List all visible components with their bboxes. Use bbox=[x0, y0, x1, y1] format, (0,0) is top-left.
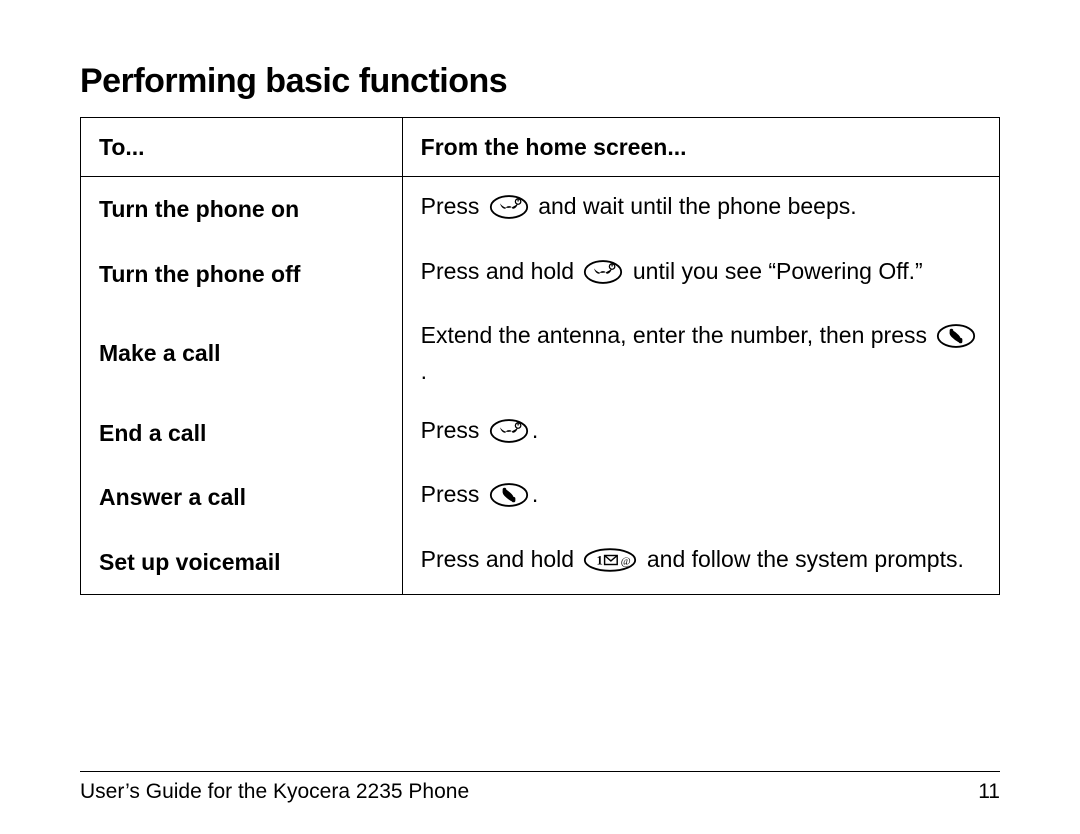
page-title: Performing basic functions bbox=[80, 62, 1000, 101]
footer-page-number: 11 bbox=[978, 780, 1000, 804]
task-label: End a call bbox=[81, 401, 403, 465]
task-label: Answer a call bbox=[81, 465, 403, 529]
table-row: Turn the phone offPress and hold until y… bbox=[81, 242, 1000, 306]
instruction-text: Press bbox=[421, 193, 486, 219]
instruction-text: Press and hold bbox=[421, 546, 581, 572]
power-end-key-icon bbox=[489, 418, 529, 451]
voicemail-key-icon bbox=[583, 547, 637, 580]
instruction-text: . bbox=[421, 358, 427, 384]
task-instruction: Press and wait until the phone beeps. bbox=[402, 177, 999, 242]
instruction-text: . bbox=[532, 481, 538, 507]
instruction-text: Extend the antenna, enter the number, th… bbox=[421, 322, 934, 348]
power-end-key-icon bbox=[489, 194, 529, 227]
instruction-text: Press and hold bbox=[421, 258, 581, 284]
instruction-text: and follow the system prompts. bbox=[640, 546, 963, 572]
table-row: Answer a callPress . bbox=[81, 465, 1000, 529]
table-row: Make a call Extend the antenna, enter the… bbox=[81, 306, 1000, 401]
instruction-text: Press bbox=[421, 417, 486, 443]
instruction-text: and wait until the phone beeps. bbox=[532, 193, 857, 219]
task-instruction: Press and hold and follow the system pro… bbox=[402, 530, 999, 595]
talk-key-icon bbox=[489, 482, 529, 515]
instruction-text: Press bbox=[421, 481, 486, 507]
task-instruction: Press and hold until you see “Powering O… bbox=[402, 242, 999, 306]
task-label: Set up voicemail bbox=[81, 530, 403, 595]
task-instruction: Press . bbox=[402, 401, 999, 465]
table-row: Turn the phone onPress and wait until th… bbox=[81, 177, 1000, 242]
header-from: From the home screen... bbox=[402, 118, 999, 177]
task-label: Turn the phone off bbox=[81, 242, 403, 306]
functions-table: To... From the home screen... Turn the p… bbox=[80, 117, 1000, 595]
functions-table-body: Turn the phone onPress and wait until th… bbox=[81, 177, 1000, 595]
task-instruction: Extend the antenna, enter the number, th… bbox=[402, 306, 999, 401]
header-to: To... bbox=[81, 118, 403, 177]
talk-key-icon bbox=[936, 323, 976, 356]
instruction-text: . bbox=[532, 417, 538, 443]
table-row: End a callPress . bbox=[81, 401, 1000, 465]
table-row: Set up voicemailPress and hold and follo… bbox=[81, 530, 1000, 595]
task-instruction: Press . bbox=[402, 465, 999, 529]
instruction-text: until you see “Powering Off.” bbox=[626, 258, 922, 284]
footer-left: User’s Guide for the Kyocera 2235 Phone bbox=[80, 780, 469, 804]
task-label: Turn the phone on bbox=[81, 177, 403, 242]
page-footer: User’s Guide for the Kyocera 2235 Phone … bbox=[80, 771, 1000, 804]
task-label: Make a call bbox=[81, 306, 403, 401]
power-end-key-icon bbox=[583, 259, 623, 292]
